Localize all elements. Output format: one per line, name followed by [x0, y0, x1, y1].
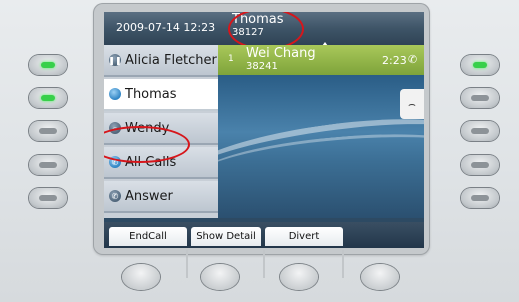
- line-key-alicia-fletcher[interactable]: ❚❚ Alicia Fletcher: [104, 45, 218, 77]
- line-key-label: Answer: [125, 188, 173, 204]
- line-key-label: Thomas: [125, 86, 177, 102]
- line-key-thomas[interactable]: Thomas: [104, 79, 218, 111]
- line-key-column: ❚❚ Alicia Fletcher Thomas ⌢ Wendy ✆ All …: [104, 45, 218, 218]
- caller-number: 38241: [246, 61, 278, 72]
- call-duration: 2:23: [382, 54, 407, 67]
- line-key-answer[interactable]: ✆ Answer: [104, 181, 218, 213]
- phone-screen: 2009-07-14 12:23 Thomas 38127 ❚❚ Alicia …: [104, 12, 424, 248]
- call-index: 1: [228, 54, 234, 64]
- connected-call-icon: ✆: [408, 53, 418, 66]
- right-session-button-5[interactable]: [461, 188, 499, 208]
- right-session-button-3[interactable]: [461, 121, 499, 141]
- right-session-button-2[interactable]: [461, 88, 499, 108]
- softkey-endcall[interactable]: EndCall: [109, 227, 187, 246]
- left-line-button-2[interactable]: [29, 88, 67, 108]
- left-line-button-1[interactable]: [29, 55, 67, 75]
- led-indicator: [473, 62, 487, 68]
- led-indicator: [41, 95, 55, 101]
- softkey-button-2[interactable]: [201, 264, 239, 290]
- softkey-button-1[interactable]: [122, 264, 160, 290]
- call-area-background: ⌢: [218, 75, 424, 218]
- softkey-bar: EndCall Show Detail Divert: [104, 222, 424, 248]
- datetime: 2009-07-14 12:23: [116, 21, 216, 34]
- line-key-label: Alicia Fletcher: [125, 52, 217, 68]
- led-indicator: [41, 62, 55, 68]
- left-line-button-4[interactable]: [29, 155, 67, 175]
- right-session-button-4[interactable]: [461, 155, 499, 175]
- line-icon: [109, 88, 121, 100]
- left-line-button-5[interactable]: [29, 188, 67, 208]
- active-call-row[interactable]: 1 Wei Chang 38241 2:23 ✆: [218, 45, 424, 75]
- answer-icon: ✆: [109, 190, 121, 202]
- softkey-divert[interactable]: Divert: [265, 227, 343, 246]
- softkey-show-detail[interactable]: Show Detail: [191, 227, 261, 246]
- softkey-button-4[interactable]: [361, 264, 399, 290]
- right-session-button-1[interactable]: [461, 55, 499, 75]
- pause-icon: ❚❚: [108, 54, 122, 66]
- hangup-icon[interactable]: ⌢: [400, 89, 424, 119]
- status-bar: 2009-07-14 12:23 Thomas 38127: [104, 12, 424, 50]
- left-line-button-3[interactable]: [29, 121, 67, 141]
- caller-name: Wei Chang: [246, 46, 316, 61]
- softkey-button-3[interactable]: [280, 264, 318, 290]
